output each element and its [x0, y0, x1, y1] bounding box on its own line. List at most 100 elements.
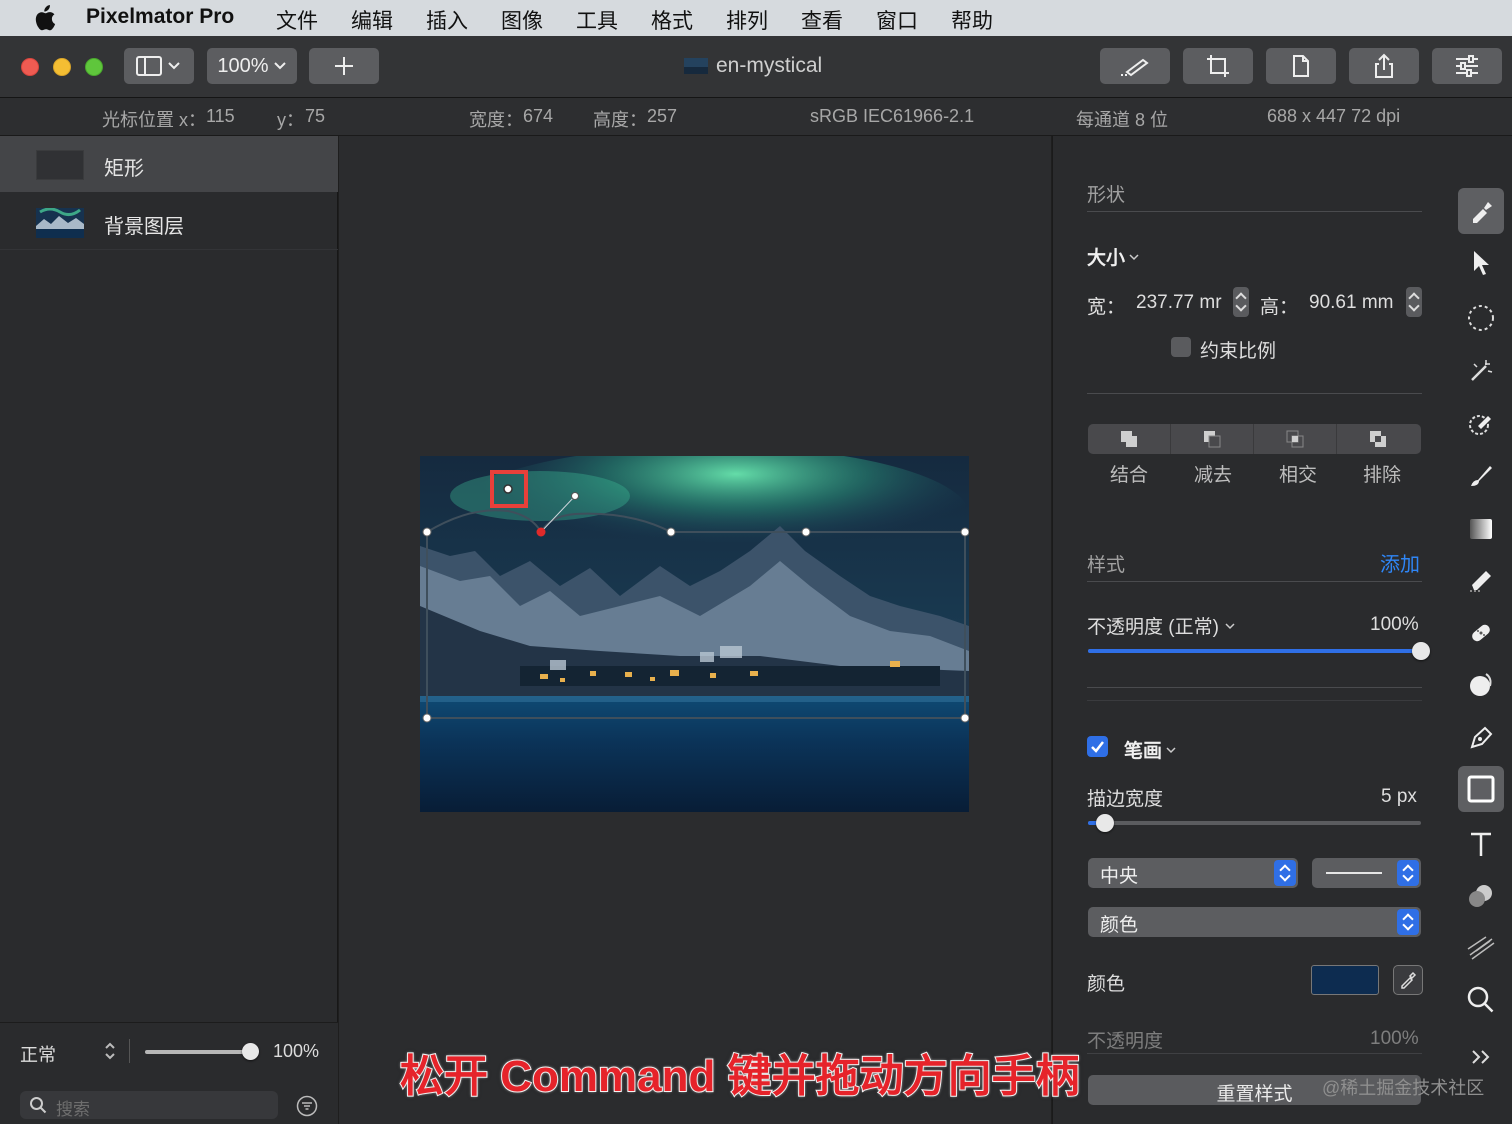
checkmark-icon: [1091, 741, 1104, 753]
zoom-dropdown[interactable]: 100%: [207, 48, 297, 84]
divider: [1087, 211, 1422, 212]
stroke-dash-select[interactable]: [1312, 858, 1421, 888]
menu-window[interactable]: 窗口: [876, 5, 918, 35]
style-opacity-knob[interactable]: [1412, 642, 1430, 660]
color-adjust-tool[interactable]: [1458, 873, 1504, 919]
layer-opacity-knob[interactable]: [242, 1043, 259, 1060]
zoom-window-button[interactable]: [85, 58, 103, 76]
format-button[interactable]: [1266, 48, 1336, 84]
apple-icon[interactable]: [32, 5, 56, 31]
exclude-label: 排除: [1363, 465, 1402, 486]
close-window-button[interactable]: [21, 58, 39, 76]
layer-row[interactable]: 背景图层: [0, 194, 338, 250]
color-label: 颜色: [1087, 974, 1126, 995]
filter-icon[interactable]: [296, 1095, 318, 1117]
distort-tool[interactable]: [1458, 662, 1504, 708]
menu-insert[interactable]: 插入: [426, 5, 468, 35]
minimize-window-button[interactable]: [53, 58, 71, 76]
menu-arrange[interactable]: 排列: [726, 5, 768, 35]
repair-icon: [1469, 415, 1491, 435]
menu-help[interactable]: 帮助: [951, 5, 993, 35]
size-label: 大小: [1087, 248, 1126, 269]
canvas-image[interactable]: [420, 456, 969, 812]
menu-file[interactable]: 文件: [276, 5, 318, 35]
stroke-disclosure[interactable]: 笔画: [1124, 736, 1176, 763]
combine-button[interactable]: [1088, 424, 1171, 454]
layer-search-input[interactable]: 搜索: [20, 1091, 278, 1119]
chevron-down-icon: [273, 62, 286, 70]
intersect-button[interactable]: [1254, 424, 1337, 454]
divider: [1087, 1053, 1422, 1054]
opacity-mode-disclosure[interactable]: 不透明度 (正常): [1087, 612, 1235, 639]
shape-tool[interactable]: [1458, 766, 1504, 812]
cursor-y-label: y：: [277, 110, 304, 130]
arrange-tool[interactable]: [1458, 240, 1504, 286]
divider: [1087, 700, 1422, 701]
brush-tool-button[interactable]: [1100, 48, 1170, 84]
plus-icon: [335, 57, 353, 75]
document-thumbnail-icon: [684, 58, 708, 74]
exclude-button[interactable]: [1337, 424, 1420, 454]
divider: [1087, 687, 1422, 688]
size-disclosure[interactable]: 大小: [1087, 243, 1139, 270]
menu-format[interactable]: 格式: [651, 5, 693, 35]
image-size: 688 x 447 72 dpi: [1267, 106, 1401, 126]
updown-chevron-icon[interactable]: [103, 1041, 117, 1061]
add-button[interactable]: [309, 48, 379, 84]
gradient-tool[interactable]: [1458, 506, 1504, 552]
retouch-tool[interactable]: [1458, 610, 1504, 656]
repair-tool[interactable]: [1458, 400, 1504, 446]
zoom-tool[interactable]: [1458, 977, 1504, 1023]
stroke-position-select[interactable]: 中央: [1088, 858, 1298, 888]
add-style-button[interactable]: 添加: [1380, 548, 1420, 577]
updown-chevron-icon: [1274, 860, 1296, 886]
stroke-color-well[interactable]: [1311, 965, 1379, 995]
height-stepper[interactable]: [1406, 287, 1422, 317]
menu-image[interactable]: 图像: [501, 5, 543, 35]
pen-tool[interactable]: [1458, 715, 1504, 761]
height-field[interactable]: 90.61 mm: [1309, 292, 1393, 314]
menu-bar: Pixelmator Pro 文件 编辑 插入 图像 工具 格式 排列 查看 窗…: [0, 0, 1512, 36]
sidebar-toggle-button[interactable]: [124, 48, 194, 84]
combine-label: 结合: [1110, 465, 1149, 486]
paint-tool[interactable]: [1458, 453, 1504, 499]
shape-section-title: 形状: [1087, 185, 1126, 206]
constrain-checkbox[interactable]: [1171, 337, 1191, 357]
eyedropper-button[interactable]: [1393, 965, 1423, 995]
style-tool[interactable]: [1458, 188, 1504, 234]
subtract-label: 减去: [1194, 465, 1233, 486]
adjust-button[interactable]: [1432, 48, 1502, 84]
layer-opacity-slider[interactable]: [145, 1050, 251, 1054]
document-title: en-mystical: [684, 54, 822, 78]
menu-edit[interactable]: 编辑: [351, 5, 393, 35]
stroke-checkbox[interactable]: [1087, 736, 1108, 757]
width-stepper[interactable]: [1233, 287, 1249, 317]
stroke-width-knob[interactable]: [1095, 814, 1114, 832]
shape-icon: [1467, 775, 1495, 803]
cursor-y-value: 75: [305, 106, 326, 126]
share-button[interactable]: [1349, 48, 1419, 84]
layer-row[interactable]: 矩形: [0, 136, 338, 192]
document-icon: [1293, 55, 1309, 77]
effects-tool[interactable]: [1458, 925, 1504, 971]
color-adjust-icon: [1469, 885, 1492, 907]
divider: [129, 1039, 130, 1063]
stroke-label: 笔画: [1124, 741, 1163, 762]
selection-tool[interactable]: [1458, 295, 1504, 341]
crop-button[interactable]: [1183, 48, 1253, 84]
type-tool[interactable]: [1458, 821, 1504, 867]
stroke-width-slider[interactable]: [1088, 821, 1421, 825]
erase-tool[interactable]: [1458, 557, 1504, 603]
blend-mode-select[interactable]: 正常: [20, 1041, 56, 1067]
app-name-menu[interactable]: Pixelmator Pro: [86, 5, 234, 29]
reset-style-label: 重置样式: [1216, 1084, 1293, 1105]
stroke-fill-type-select[interactable]: 颜色: [1088, 907, 1421, 937]
height-label: 高度：: [593, 110, 647, 130]
subtract-button[interactable]: [1171, 424, 1254, 454]
color-profile: sRGB IEC61966-2.1: [810, 106, 975, 126]
magic-wand-tool[interactable]: [1458, 348, 1504, 394]
width-field[interactable]: 237.77 mr: [1136, 292, 1222, 314]
menu-view[interactable]: 查看: [801, 5, 843, 35]
effects-icon: [1467, 936, 1495, 960]
menu-tools[interactable]: 工具: [576, 5, 618, 35]
